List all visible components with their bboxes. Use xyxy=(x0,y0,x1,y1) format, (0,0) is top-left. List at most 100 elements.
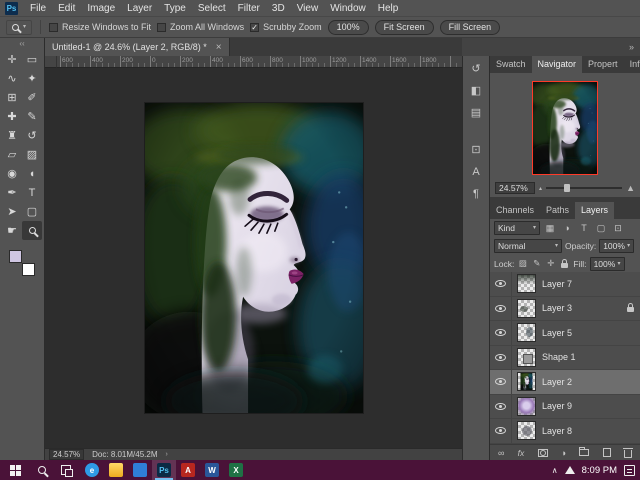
menu-file[interactable]: File xyxy=(24,0,52,17)
zoom-out-icon[interactable]: ▴ xyxy=(539,185,542,192)
visibility-cell[interactable] xyxy=(490,272,512,296)
resize-windows-checkbox[interactable]: Resize Windows to Fit xyxy=(49,22,151,32)
lock-pixels-icon[interactable]: ✎ xyxy=(531,257,542,270)
eyedropper-tool[interactable]: ✐ xyxy=(22,88,42,107)
pen-tool[interactable]: ✒ xyxy=(2,183,22,202)
menu-layer[interactable]: Layer xyxy=(121,0,158,17)
menu-type[interactable]: Type xyxy=(158,0,192,17)
navigator-proxy-view[interactable] xyxy=(532,81,598,175)
network-icon[interactable] xyxy=(564,466,575,474)
lasso-tool[interactable]: ∿ xyxy=(2,69,22,88)
quick-selection-tool[interactable]: ✦ xyxy=(22,69,42,88)
filter-shape-layers-icon[interactable]: ▢ xyxy=(594,221,608,235)
tab-swatches[interactable]: Swatch xyxy=(490,56,532,73)
layer-thumbnail[interactable] xyxy=(517,298,536,318)
clock[interactable]: 8:09 PM xyxy=(582,465,617,476)
taskbar-edge[interactable]: e xyxy=(80,460,104,480)
filter-type-layers-icon[interactable]: T xyxy=(577,221,591,235)
history-panel-icon[interactable]: ↺ xyxy=(467,61,485,76)
visibility-cell[interactable] xyxy=(490,370,512,394)
layer-thumbnail[interactable] xyxy=(517,372,536,392)
zoom-tool[interactable] xyxy=(22,221,42,240)
zoom-all-windows-checkbox[interactable]: Zoom All Windows xyxy=(157,22,244,32)
styles-panel-icon[interactable]: ▤ xyxy=(467,105,485,120)
layer-row-layer-9[interactable]: Layer 9 xyxy=(490,394,640,419)
tab-channels[interactable]: Channels xyxy=(490,202,540,219)
tab-properties[interactable]: Propert xyxy=(582,56,624,73)
new-group-icon[interactable] xyxy=(579,447,590,456)
add-layer-mask-icon[interactable] xyxy=(537,448,548,457)
brush-tool[interactable]: ✎ xyxy=(22,107,42,126)
menu-filter[interactable]: Filter xyxy=(232,0,266,17)
tool-preset-picker[interactable]: ▾ xyxy=(6,19,33,35)
menu-edit[interactable]: Edit xyxy=(52,0,81,17)
opacity-dropdown[interactable]: 100% ▾ xyxy=(599,239,635,253)
character-panel-icon[interactable]: A xyxy=(467,164,485,179)
taskbar-excel[interactable]: X xyxy=(224,460,248,480)
visibility-cell[interactable] xyxy=(490,419,512,443)
zoom-100-button[interactable]: 100% xyxy=(327,19,369,35)
menu-3d[interactable]: 3D xyxy=(266,0,291,17)
start-button[interactable] xyxy=(0,460,30,480)
search-button[interactable] xyxy=(30,460,54,480)
menu-image[interactable]: Image xyxy=(81,0,121,17)
menu-select[interactable]: Select xyxy=(192,0,232,17)
tab-info[interactable]: Info xyxy=(624,56,640,73)
horizontal-ruler[interactable]: 600 400 200 0 200 400 600 800 1000 1200 … xyxy=(45,56,462,68)
layer-thumbnail[interactable] xyxy=(517,347,536,367)
taskbar-acrobat[interactable]: A xyxy=(176,460,200,480)
layer-thumbnail[interactable] xyxy=(517,323,536,343)
background-color-swatch[interactable] xyxy=(22,263,35,276)
taskbar-store[interactable] xyxy=(128,460,152,480)
menu-help[interactable]: Help xyxy=(372,0,405,17)
visibility-cell[interactable] xyxy=(490,345,512,369)
navigator-zoom-slider[interactable] xyxy=(546,184,623,192)
taskbar-word[interactable]: W xyxy=(200,460,224,480)
tab-navigator[interactable]: Navigator xyxy=(531,56,583,73)
filter-pixel-layers-icon[interactable]: ▦ xyxy=(543,221,557,235)
gradient-tool[interactable]: ▨ xyxy=(22,145,42,164)
slider-knob[interactable] xyxy=(564,184,571,192)
tab-layers[interactable]: Layers xyxy=(575,202,615,219)
crop-tool[interactable]: ⊞ xyxy=(2,88,22,107)
path-selection-tool[interactable]: ➤ xyxy=(2,202,22,221)
clone-source-panel-icon[interactable]: ⊡ xyxy=(467,142,485,157)
new-layer-icon[interactable] xyxy=(602,448,611,457)
toolbar-collapse-icon[interactable]: ‹‹ xyxy=(19,38,24,50)
layer-thumbnail[interactable] xyxy=(517,421,536,441)
layer-row-layer-5[interactable]: Layer 5 xyxy=(490,321,640,346)
link-layers-icon[interactable]: ∞ xyxy=(498,448,504,458)
delete-layer-icon[interactable] xyxy=(622,447,633,458)
document-image[interactable] xyxy=(145,103,363,413)
layer-style-icon[interactable]: fx xyxy=(518,448,525,458)
layer-thumbnail[interactable] xyxy=(517,274,536,294)
filter-adjustment-layers-icon[interactable]: ◑ xyxy=(560,221,574,235)
close-icon[interactable]: × xyxy=(216,42,222,53)
paragraph-panel-icon[interactable]: ¶ xyxy=(467,186,485,201)
document-tab[interactable]: Untitled-1 @ 24.6% (Layer 2, RGB/8) * × xyxy=(45,38,230,56)
lock-position-icon[interactable]: ✛ xyxy=(545,257,556,270)
type-tool[interactable]: T xyxy=(22,183,42,202)
lock-transparency-icon[interactable]: ▨ xyxy=(517,257,528,270)
action-center-icon[interactable] xyxy=(624,464,635,476)
visibility-cell[interactable] xyxy=(490,296,512,320)
move-tool[interactable]: ✛ xyxy=(2,50,22,69)
foreground-color-swatch[interactable] xyxy=(9,250,22,263)
visibility-cell[interactable] xyxy=(490,321,512,345)
ruler-origin-box[interactable] xyxy=(45,56,57,68)
canvas-area[interactable]: 600 400 200 0 200 400 600 800 1000 1200 … xyxy=(45,56,462,448)
history-brush-tool[interactable]: ↺ xyxy=(22,126,42,145)
tab-paths[interactable]: Paths xyxy=(540,202,575,219)
visibility-cell[interactable] xyxy=(490,394,512,418)
hand-tool[interactable]: ☛ xyxy=(2,221,22,240)
navigator-zoom-field[interactable]: 24.57% xyxy=(495,182,535,194)
fill-dropdown[interactable]: 100% ▾ xyxy=(589,256,625,271)
blend-mode-dropdown[interactable]: Normal ▾ xyxy=(494,239,562,253)
menu-view[interactable]: View xyxy=(291,0,325,17)
layer-thumbnail[interactable] xyxy=(517,396,536,416)
collapse-panels-icon[interactable]: » xyxy=(629,42,634,52)
layer-row-shape-1[interactable]: Shape 1 xyxy=(490,345,640,370)
menu-window[interactable]: Window xyxy=(324,0,372,17)
layer-row-layer-3[interactable]: Layer 3 xyxy=(490,296,640,321)
shape-tool[interactable]: ▢ xyxy=(22,202,42,221)
